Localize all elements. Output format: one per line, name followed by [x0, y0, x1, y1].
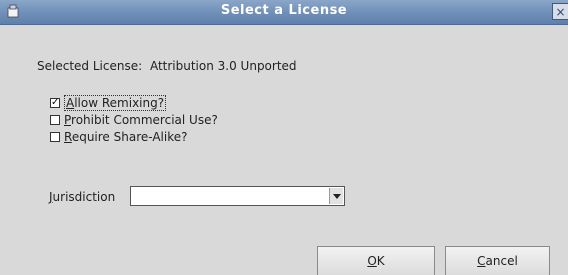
checkbox-box[interactable]: ✓ — [50, 97, 60, 108]
jurisdiction-label: Jurisdiction — [49, 190, 116, 204]
selected-license-value: Attribution 3.0 Unported — [149, 59, 297, 73]
window-title: Select a License — [220, 3, 348, 18]
ok-button[interactable]: OK — [317, 246, 435, 275]
require-share-alike-label: Require Share-Alike? — [64, 129, 188, 144]
allow-remixing-checkbox[interactable]: ✓ Allow Remixing? — [50, 94, 167, 111]
close-icon[interactable]: × — [552, 3, 568, 20]
selected-license: Selected License: Attribution 3.0 Unport… — [37, 59, 297, 73]
jurisdiction-select[interactable] — [130, 186, 345, 206]
require-share-alike-checkbox[interactable]: Require Share-Alike? — [50, 129, 187, 144]
allow-remixing-label: Allow Remixing? — [64, 94, 167, 111]
cancel-button[interactable]: Cancel — [445, 246, 550, 275]
checkbox-box[interactable] — [50, 131, 60, 142]
checkbox-box[interactable] — [50, 114, 60, 125]
title-bar[interactable]: Select a License × — [0, 0, 568, 25]
prohibit-commercial-use-label: Prohibit Commercial Use? — [64, 112, 218, 127]
selected-license-label: Selected License: — [37, 59, 143, 73]
prohibit-commercial-use-checkbox[interactable]: Prohibit Commercial Use? — [50, 112, 218, 127]
chevron-down-icon[interactable] — [329, 188, 343, 204]
